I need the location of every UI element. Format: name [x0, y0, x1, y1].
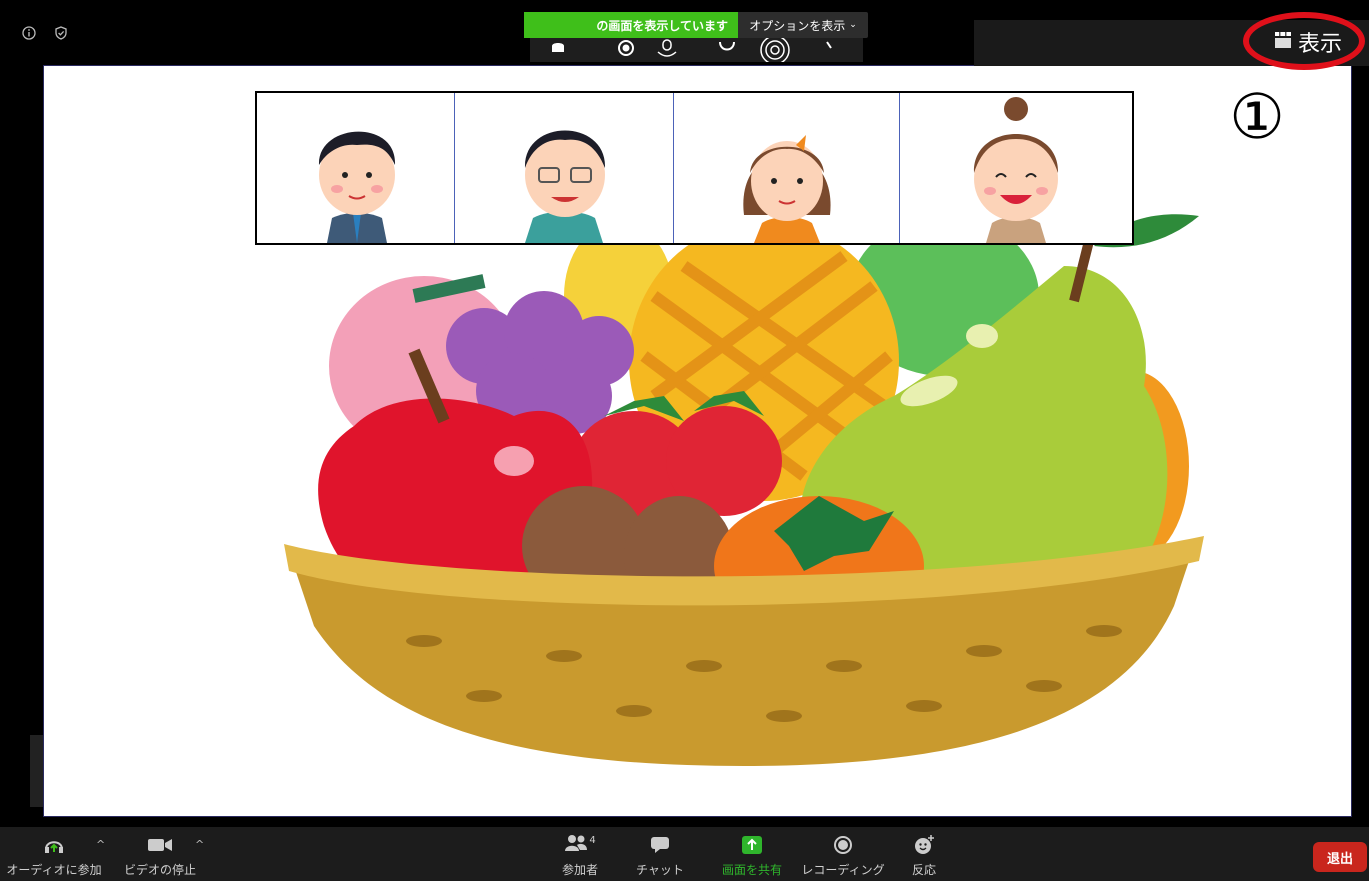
stop-video-button[interactable]: ビデオの停止 — [120, 833, 200, 879]
reactions-button[interactable]: 反応 — [896, 833, 952, 879]
annotation-toolbar — [530, 38, 863, 62]
participant-gallery — [255, 91, 1134, 245]
chevron-down-icon: ⌄ — [849, 20, 857, 30]
mouse-icon[interactable] — [552, 43, 564, 52]
side-panel-edge — [30, 735, 43, 807]
video-options-caret-icon[interactable]: ^ — [195, 838, 204, 851]
audio-options-caret-icon[interactable]: ^ — [96, 838, 105, 851]
highlight-circle — [1243, 12, 1365, 70]
avatar-man-glasses-icon — [524, 130, 606, 243]
avatar-man-suit-icon — [318, 131, 396, 243]
share-banner: の画面を表示しています オプションを表示 ⌄ — [524, 12, 868, 38]
participants-count: 4 — [589, 834, 596, 846]
chat-button[interactable]: チャット — [630, 833, 690, 879]
smiley-plus-icon — [913, 833, 935, 857]
participants-icon — [564, 834, 588, 856]
join-audio-button[interactable]: オーディオに参加 — [4, 833, 104, 879]
participant-tile[interactable] — [257, 93, 455, 243]
step-marker: ① — [1229, 80, 1285, 153]
microphone-icon[interactable] — [657, 39, 677, 57]
more-icon[interactable] — [826, 41, 832, 49]
share-screen-icon — [741, 833, 763, 857]
participants-button[interactable]: 4 参加者 — [550, 833, 610, 879]
record-icon — [833, 833, 853, 857]
avatar-woman-hairclip-icon — [743, 135, 831, 243]
pause-icon[interactable] — [719, 41, 735, 51]
leave-meeting-button[interactable]: 退出 — [1313, 842, 1367, 872]
info-icon[interactable] — [22, 26, 36, 40]
view-options-dropdown[interactable]: オプションを表示 ⌄ — [738, 12, 868, 38]
avatar-woman-bun-icon — [973, 97, 1059, 243]
join-audio-label: オーディオに参加 — [6, 863, 102, 877]
chat-label: チャット — [636, 863, 684, 877]
share-screen-button[interactable]: 画面を共有 — [712, 833, 792, 879]
participant-tile[interactable] — [455, 93, 674, 243]
share-status-text: の画面を表示しています — [524, 12, 738, 38]
headphones-icon — [43, 833, 65, 857]
participants-label: 参加者 — [561, 863, 598, 877]
meeting-controls: オーディオに参加 ^ ビデオの停止 ^ 4 参加者 チャット 画面を共有 レコー… — [0, 827, 1369, 881]
shield-icon[interactable] — [54, 26, 68, 40]
stop-video-label: ビデオの停止 — [123, 863, 196, 877]
record-icon[interactable] — [618, 40, 634, 56]
chat-icon — [650, 833, 670, 857]
reactions-label: 反応 — [911, 863, 936, 877]
participant-tile[interactable] — [674, 93, 900, 243]
view-options-label: オプションを表示 — [749, 18, 846, 33]
record-button[interactable]: レコーディング — [800, 833, 886, 879]
record-label: レコーディング — [801, 863, 885, 877]
participant-tile[interactable] — [900, 93, 1132, 243]
broadcast-icon[interactable] — [760, 38, 790, 62]
video-camera-icon — [147, 833, 173, 857]
share-screen-label: 画面を共有 — [721, 863, 782, 877]
